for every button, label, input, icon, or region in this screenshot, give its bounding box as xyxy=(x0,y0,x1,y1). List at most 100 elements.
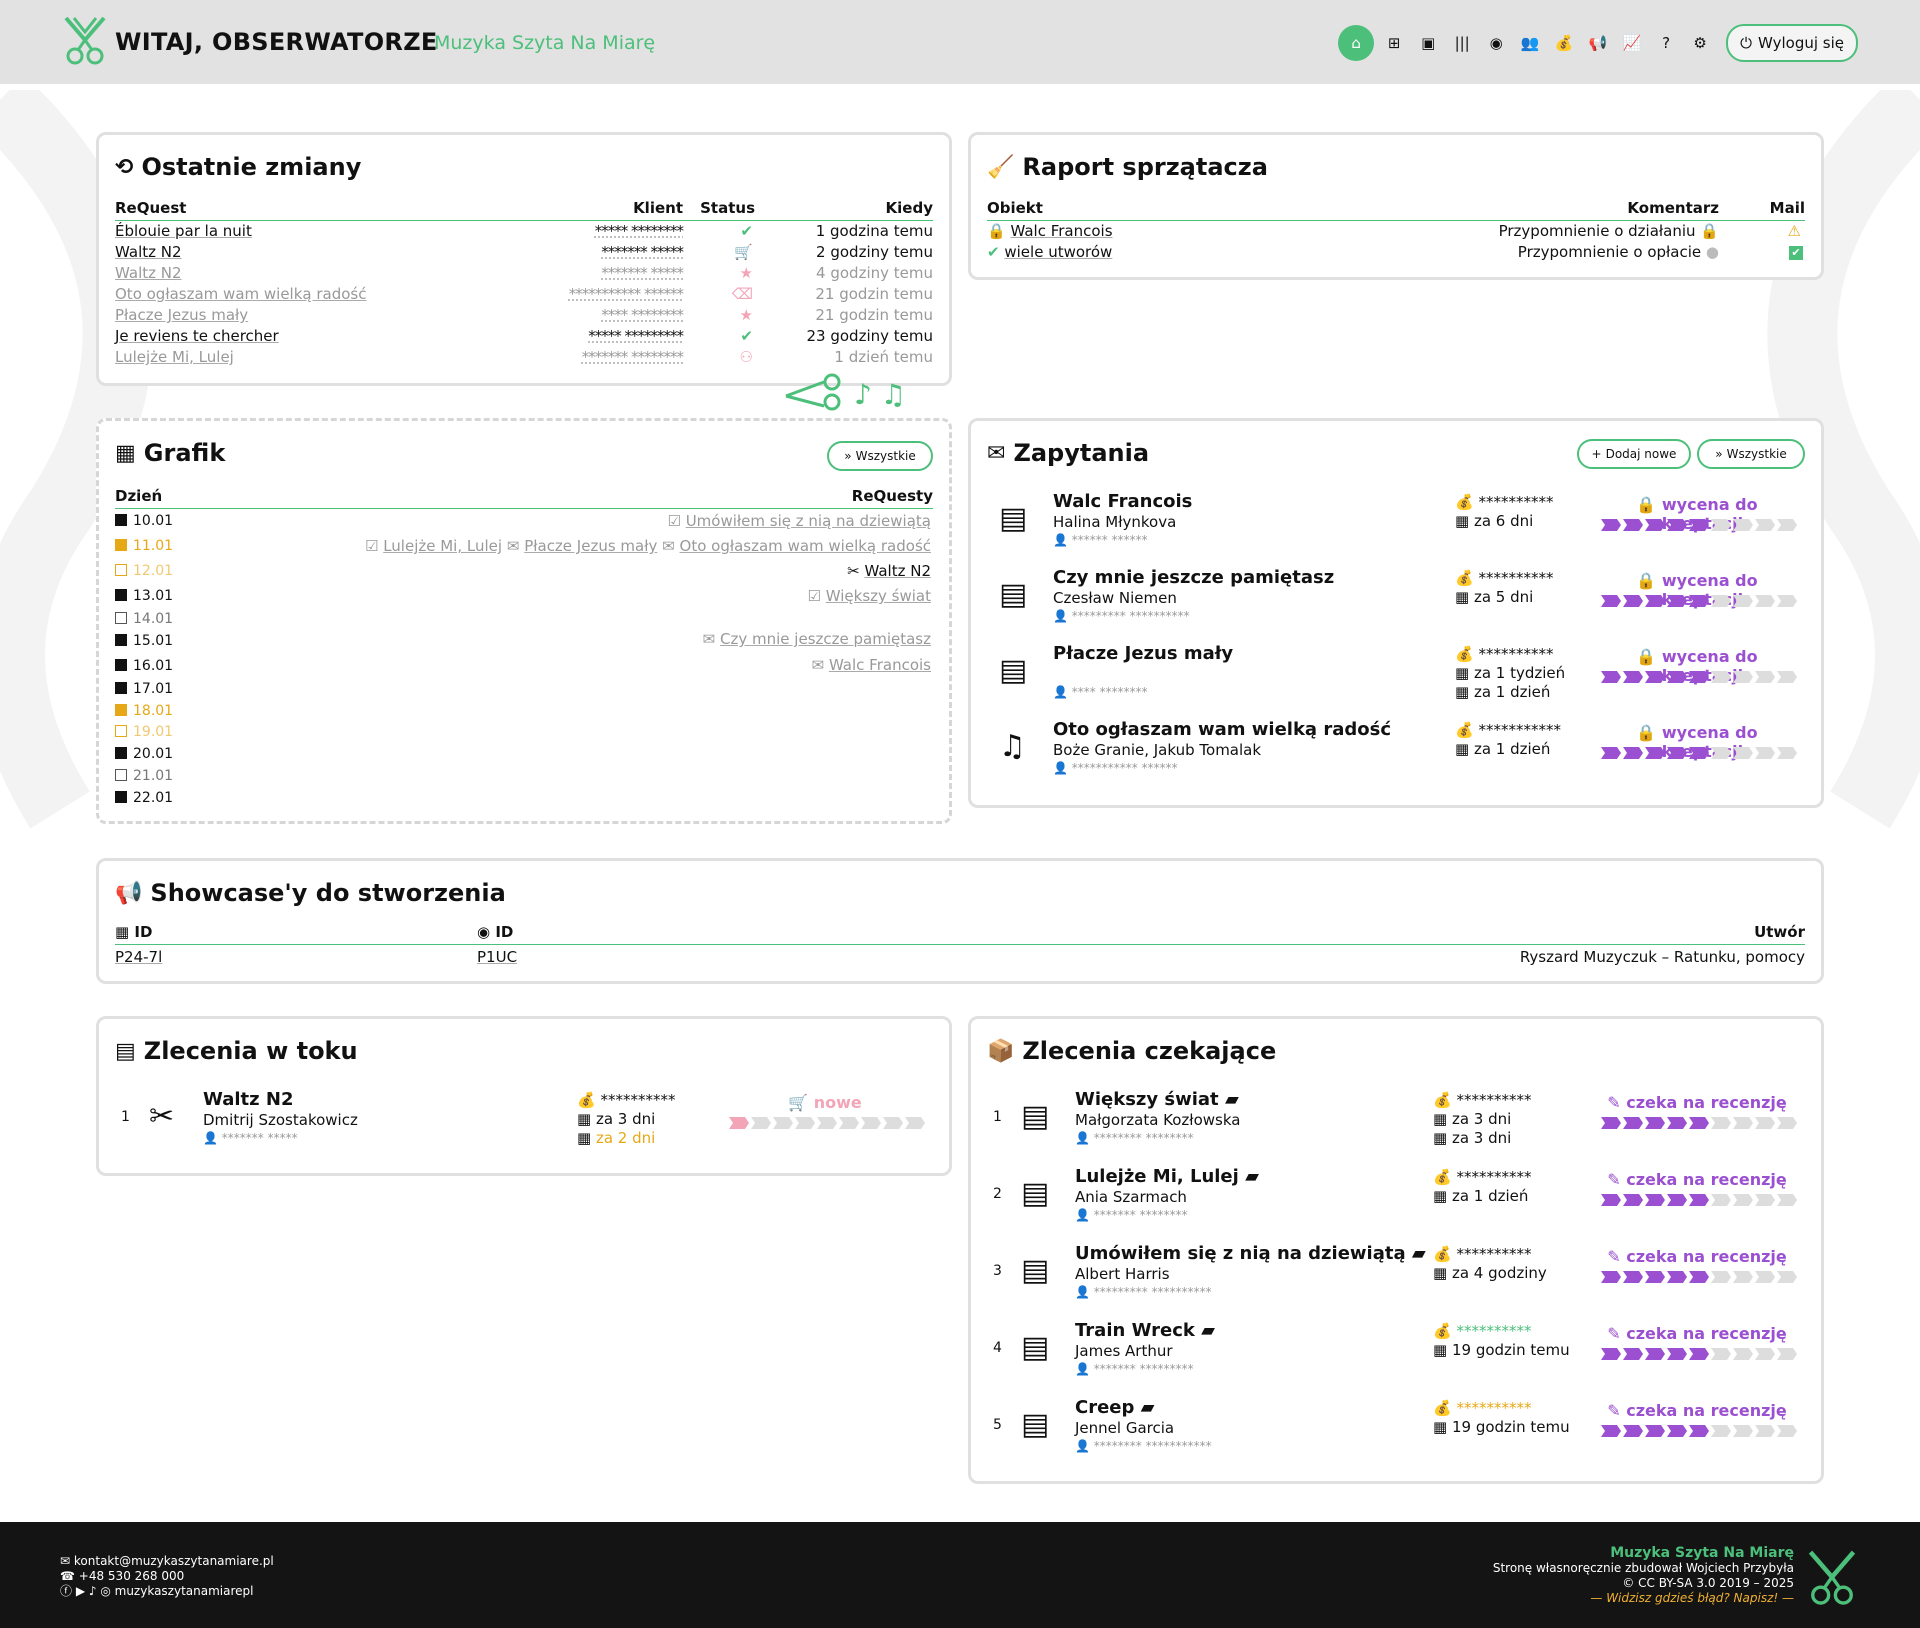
home-icon[interactable]: ⌂ xyxy=(1338,25,1375,61)
item-title-link[interactable]: Waltz N2 xyxy=(203,1089,293,1110)
schedule-entry[interactable]: ✉ Czy mnie jeszcze pamiętasz xyxy=(703,629,931,650)
inquiry-row[interactable]: ▤ Czy mnie jeszcze pamiętasz Czesław Nieme… xyxy=(987,567,1805,637)
item-title-link[interactable]: Oto ogłaszam wam wielką radość xyxy=(1053,719,1391,740)
table-row[interactable]: Lulejże Mi, Lulej ******* ******** ⚇ 1 d… xyxy=(115,347,933,368)
due-line: ▦ za 6 dni xyxy=(1455,512,1553,531)
user-icon: 👤 xyxy=(1075,1131,1090,1145)
item-title-link[interactable]: Train Wreck ▰ xyxy=(1075,1320,1215,1341)
schedule-entry[interactable]: ☑ Większy świat xyxy=(808,586,931,607)
footer-built: Stronę własnoręcznie zbudował Wojciech P… xyxy=(1492,1561,1794,1575)
item-title-link[interactable]: Umówiłem się z nią na dziewiątą ▰ xyxy=(1075,1243,1426,1264)
col-request: ReQuest xyxy=(115,199,187,217)
request-link[interactable]: Oto ogłaszam wam wielką radość xyxy=(115,284,366,305)
folder-icon: ▰ xyxy=(1224,1089,1239,1110)
item-title-link[interactable]: Walc Francois xyxy=(1053,491,1192,512)
object-link[interactable]: Walc Francois xyxy=(1010,222,1112,240)
money-bag-icon[interactable]: 💰 xyxy=(1550,29,1578,57)
item-title-link[interactable]: Płacze Jezus mały xyxy=(1053,643,1233,664)
showcase-id1[interactable]: P24-7l xyxy=(115,947,162,968)
footer-error-link[interactable]: — Widzisz gdzieś błąd? Napisz! — xyxy=(1493,1591,1794,1606)
order-row[interactable]: 3 ▤ Umówiłem się z nią na dziewiątą ▰ Alber… xyxy=(987,1243,1805,1313)
progress-segment xyxy=(1689,671,1709,683)
schedule-entry[interactable]: ☑ Umówiłem się z nią na dziewiątą xyxy=(667,511,931,532)
schedule-all-button[interactable]: » Wszystkie xyxy=(827,441,933,471)
status-text: czeka na recenzję xyxy=(1626,1170,1787,1189)
day-label: 10.01 xyxy=(133,513,174,529)
megaphone-icon[interactable]: 📢 xyxy=(1584,29,1612,57)
logout-button[interactable]: ⏻ Wyloguj się xyxy=(1726,24,1858,62)
footer-social[interactable]: ⓕ ▶ ♪ ◎ muzykaszytanamiarepl xyxy=(60,1584,274,1599)
item-title: Creep xyxy=(1075,1397,1135,1418)
progress-bar xyxy=(1601,747,1797,759)
inquiries-all-button[interactable]: » Wszystkie xyxy=(1697,439,1805,469)
request-link[interactable]: Waltz N2 xyxy=(115,242,182,263)
order-row[interactable]: 2 ▤ Lulejże Mi, Lulej ▰ Ania Szarmach 👤 ****… xyxy=(987,1166,1805,1236)
order-row[interactable]: 4 ▤ Train Wreck ▰ James Arthur 👤 ******* ***… xyxy=(987,1320,1805,1390)
sitemap-icon[interactable]: ⊞ xyxy=(1380,29,1408,57)
status-text: czeka na recenzję xyxy=(1626,1093,1787,1112)
item-title-link[interactable]: Lulejże Mi, Lulej ▰ xyxy=(1075,1166,1259,1187)
client-masked: ****** ****** xyxy=(1071,533,1148,547)
gear-icon[interactable]: ⚙ xyxy=(1686,29,1714,57)
table-row[interactable]: ✔ wiele utworów Przypomnienie o opłacie … xyxy=(987,242,1805,263)
entry-link[interactable]: Większy świat xyxy=(826,587,931,605)
logo[interactable] xyxy=(62,14,108,66)
inquiry-row[interactable]: ♫ Oto ogłaszam wam wielką radość Boże Gran… xyxy=(987,719,1805,789)
box-icon[interactable]: ▣ xyxy=(1414,29,1442,57)
schedule-entry[interactable]: ✉ Walc Francois xyxy=(812,655,931,676)
inquiry-row[interactable]: ▤ Płacze Jezus mały 👤 **** ******** 💰 *****… xyxy=(987,643,1805,713)
table-row[interactable]: Oto ogłaszam wam wielką radość *********… xyxy=(115,284,933,305)
table-row[interactable]: Płacze Jezus mały **** ******** ★ 21 god… xyxy=(115,305,933,326)
request-link[interactable]: Je reviens te chercher xyxy=(115,326,279,347)
progress-segment xyxy=(1645,519,1665,531)
entry-link[interactable]: Walc Francois xyxy=(829,656,931,674)
request-link[interactable]: Éblouie par la nuit xyxy=(115,221,252,242)
table-row[interactable]: P24-7l P1UC Ryszard Muzyczuk – Ratunku, … xyxy=(115,947,1805,968)
footer-logo[interactable] xyxy=(1806,1546,1858,1608)
table-row[interactable]: 🔒 Walc Francois Przypomnienie o działani… xyxy=(987,221,1805,242)
audio-file-icon: ▤ xyxy=(999,577,1028,612)
status-text: nowe xyxy=(813,1093,862,1112)
request-link[interactable]: Płacze Jezus mały xyxy=(115,305,248,326)
table-row[interactable]: Je reviens te chercher ***** ********* ✔… xyxy=(115,326,933,347)
item-title-link[interactable]: Większy świat ▰ xyxy=(1075,1089,1239,1110)
item-title: Płacze Jezus mały xyxy=(1053,643,1234,664)
logout-label: Wyloguj się xyxy=(1758,34,1844,52)
order-row[interactable]: 1 ✂ Waltz N2 Dmitrij Szostakowicz 👤 ******* … xyxy=(115,1089,933,1159)
item-artist: Albert Harris xyxy=(1075,1265,1170,1283)
entry-link[interactable]: Oto ogłaszam wam wielką radość xyxy=(680,537,931,555)
showcase-song: Ryszard Muzyczuk – Ratunku, pomocy xyxy=(1519,948,1805,966)
barcode-icon[interactable]: ||| xyxy=(1448,29,1476,57)
lock-icon: 🔒 xyxy=(1636,647,1657,666)
add-new-button[interactable]: + Dodaj nowe xyxy=(1577,439,1691,469)
day-marker-icon xyxy=(115,634,127,646)
entry-link[interactable]: Waltz N2 xyxy=(864,562,931,580)
record-icon[interactable]: ◉ xyxy=(1482,29,1510,57)
table-row[interactable]: Waltz N2 ******* ***** ★ 4 godziny temu xyxy=(115,263,933,284)
schedule-entry[interactable]: ☑ Lulejże Mi, Lulej ✉ Płacze Jezus mały … xyxy=(365,536,931,557)
due-line: ▦ za 3 dni xyxy=(1433,1129,1531,1148)
help-icon[interactable]: ? xyxy=(1652,29,1680,57)
double-chevron-icon: » xyxy=(1715,447,1723,461)
entry-link[interactable]: Umówiłem się z nią na dziewiątą xyxy=(686,512,931,530)
schedule-entry[interactable]: ✂ Waltz N2 xyxy=(847,561,931,582)
showcase-id2[interactable]: P1UC xyxy=(477,947,517,968)
object-link[interactable]: wiele utworów xyxy=(1004,243,1112,261)
table-row[interactable]: Éblouie par la nuit ***** ******** ✔ 1 g… xyxy=(115,221,933,242)
entry-link[interactable]: Płacze Jezus mały xyxy=(524,537,657,555)
footer-email[interactable]: ✉ kontakt@muzykaszytanamiare.pl xyxy=(60,1554,274,1569)
entry-link[interactable]: Czy mnie jeszcze pamiętasz xyxy=(720,630,931,648)
order-row[interactable]: 5 ▤ Creep ▰ Jennel Garcia 👤 ******** *******… xyxy=(987,1397,1805,1467)
item-title-link[interactable]: Czy mnie jeszcze pamiętasz xyxy=(1053,567,1334,588)
table-row[interactable]: Waltz N2 ******* ***** 🛒 2 godziny temu xyxy=(115,242,933,263)
request-link[interactable]: Lulejże Mi, Lulej xyxy=(115,347,234,368)
users-icon[interactable]: 👥 xyxy=(1516,29,1544,57)
item-title-link[interactable]: Creep ▰ xyxy=(1075,1397,1155,1418)
chart-icon[interactable]: 📈 xyxy=(1618,29,1646,57)
inquiry-row[interactable]: ▤ Walc Francois Halina Młynkova 👤 ****** **… xyxy=(987,491,1805,561)
entry-link[interactable]: Lulejże Mi, Lulej xyxy=(383,537,502,555)
request-link[interactable]: Waltz N2 xyxy=(115,263,182,284)
item-artist: Jennel Garcia xyxy=(1075,1419,1175,1437)
order-row[interactable]: 1 ▤ Większy świat ▰ Małgorzata Kozłowska 👤 *… xyxy=(987,1089,1805,1159)
footer-phone[interactable]: ☎ +48 530 268 000 xyxy=(60,1569,274,1584)
